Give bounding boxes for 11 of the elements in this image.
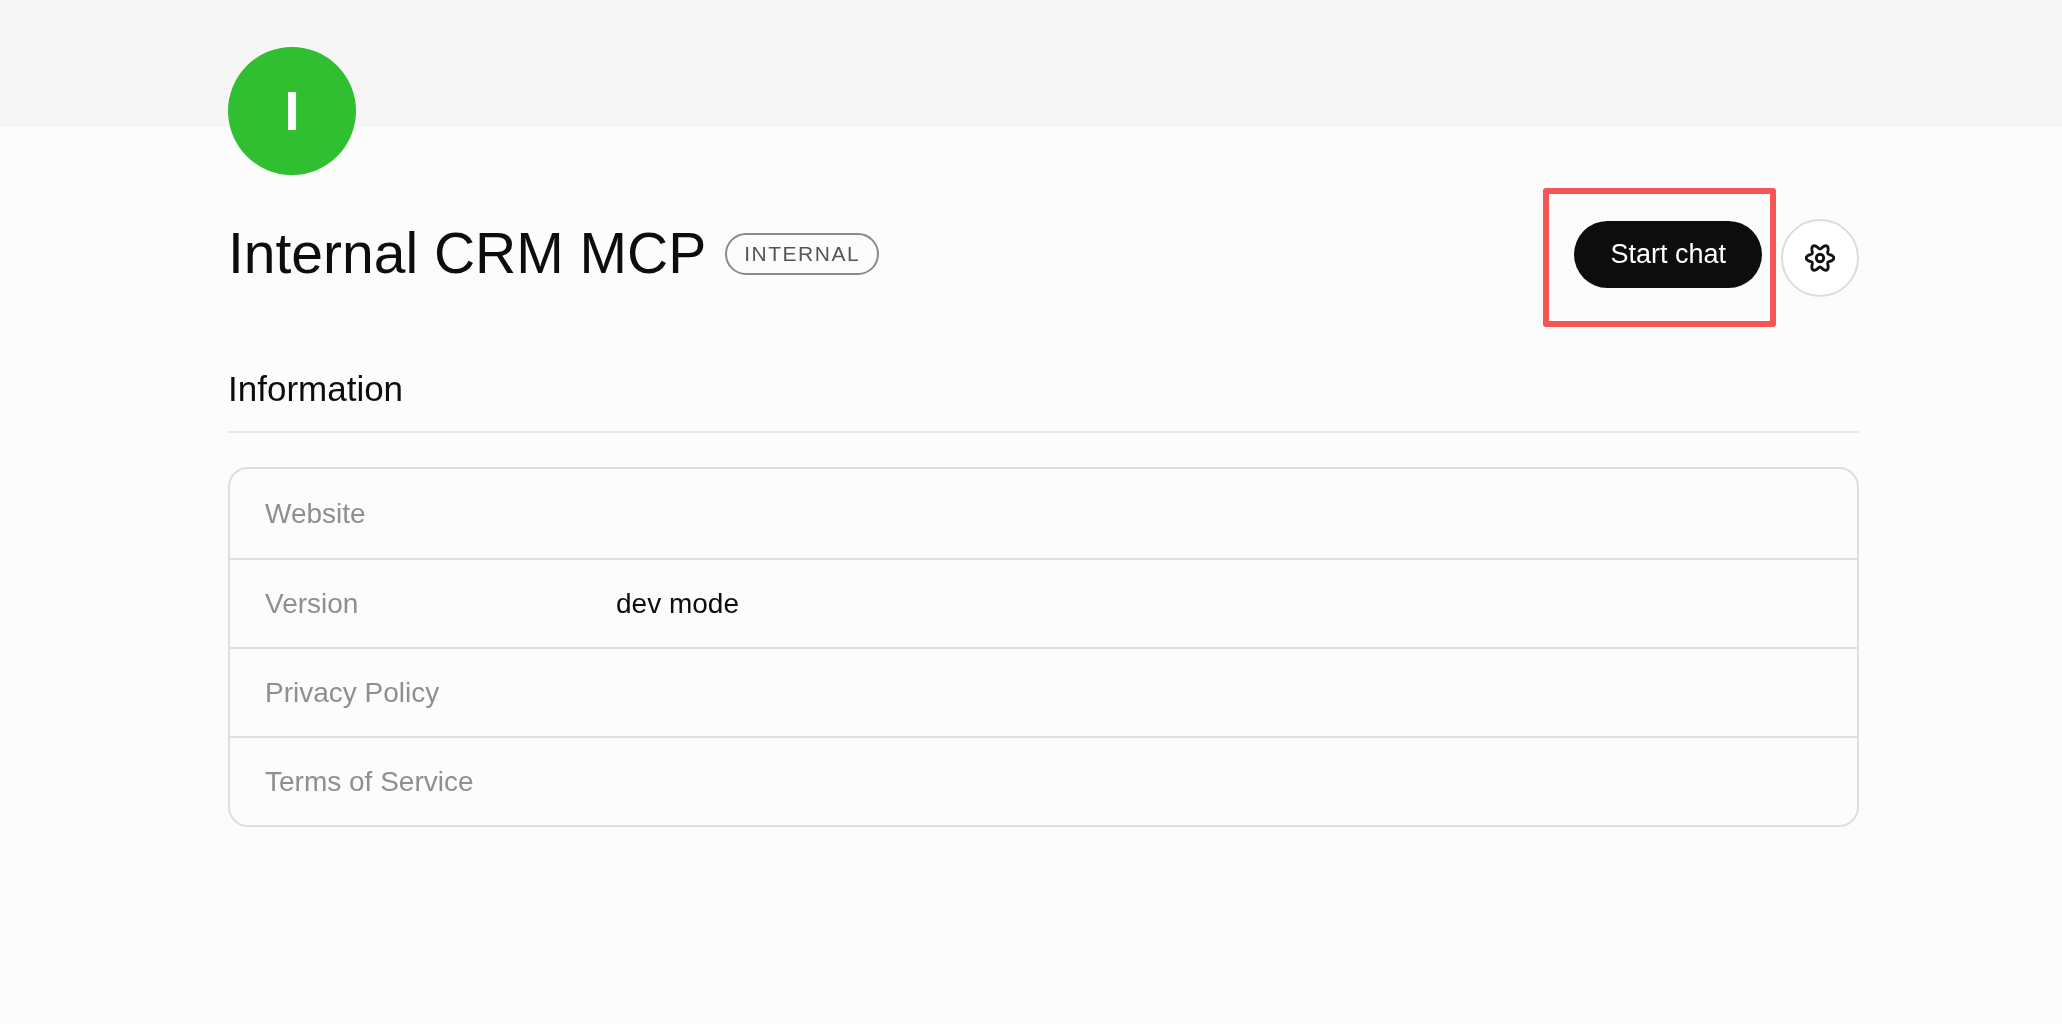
info-label: Website: [265, 499, 366, 528]
page-title: Internal CRM MCP: [228, 225, 707, 282]
section-title: Information: [228, 371, 404, 406]
avatar: I: [228, 47, 356, 175]
info-label: Version: [265, 589, 359, 618]
info-label: Privacy Policy: [265, 678, 440, 707]
internal-tag: INTERNAL: [725, 232, 880, 275]
settings-icon: [1805, 242, 1835, 273]
info-label: Terms of Service: [265, 767, 474, 796]
start-chat-button[interactable]: Start chat: [1574, 221, 1762, 288]
info-value: dev mode: [616, 589, 739, 618]
